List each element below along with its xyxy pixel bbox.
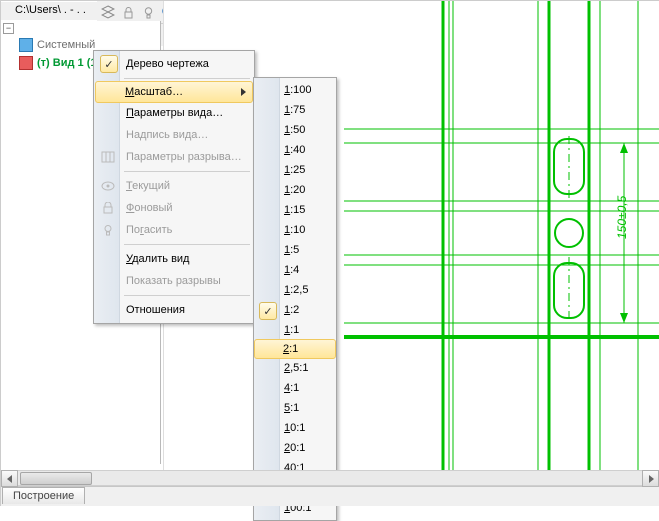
menu-item-relations[interactable]: Отношения <box>96 299 252 321</box>
menu-item-show-breaks: Показать разрывы <box>96 270 252 292</box>
scale-option-label: 2,5:1 <box>284 362 308 374</box>
menu-label: Отношения <box>126 304 185 316</box>
menu-item-view-caption: Надпись вида… <box>96 124 252 146</box>
check-icon <box>259 302 277 320</box>
scale-option[interactable]: 1:75 <box>255 100 335 120</box>
menu-item-break-params: Параметры разрыва… <box>96 146 252 168</box>
scale-option[interactable]: 1:4 <box>255 260 335 280</box>
scale-option[interactable]: 20:1 <box>255 438 335 458</box>
scale-option-label: 1:25 <box>284 164 305 176</box>
scale-option-label: 1:15 <box>284 204 305 216</box>
menu-separator <box>124 295 250 296</box>
view-context-menu: Дерево чертежа Масштаб… Параметры вида… … <box>93 50 255 324</box>
scale-option[interactable]: 10:1 <box>255 418 335 438</box>
scale-option[interactable]: 1:2,5 <box>255 280 335 300</box>
horizontal-scrollbar[interactable] <box>1 470 659 487</box>
status-tab-build[interactable]: Построение <box>2 487 85 504</box>
menu-label: Надпись вида… <box>126 129 208 141</box>
scroll-track[interactable] <box>18 470 642 486</box>
scale-option-label: 4:1 <box>284 382 299 394</box>
scale-option-label: 1:40 <box>284 144 305 156</box>
scale-option[interactable]: 1:50 <box>255 120 335 140</box>
scale-option-label: 1:1 <box>284 324 299 336</box>
status-bar: Построение <box>1 470 659 506</box>
view-icon <box>19 56 33 70</box>
status-tab-label: Построение <box>13 490 74 502</box>
scale-option[interactable]: 2,5:1 <box>255 358 335 378</box>
menu-item-view-params[interactable]: Параметры вида… <box>96 102 252 124</box>
menu-label: Дерево чертежа <box>126 58 209 70</box>
break-icon <box>100 149 116 165</box>
dimension-text: 150±0,5 <box>615 195 629 239</box>
scale-option-label: 20:1 <box>284 442 305 454</box>
scale-option[interactable]: 1:2 <box>255 300 335 320</box>
scale-option-label: 1:20 <box>284 184 305 196</box>
scale-option[interactable]: 2:1 <box>254 339 336 359</box>
scale-option-label: 2:1 <box>283 343 298 355</box>
menu-item-off: Погасить <box>96 219 252 241</box>
layers-icon[interactable] <box>99 3 117 21</box>
menu-separator <box>124 171 250 172</box>
lock-small-icon <box>100 200 116 216</box>
menu-label: Параметры разрыва… <box>126 151 242 163</box>
scale-option-label: 1:4 <box>284 264 299 276</box>
menu-label: Удалить вид <box>126 253 189 265</box>
scale-option-label: 1:2 <box>284 304 299 316</box>
scale-option-label: 1:2,5 <box>284 284 308 296</box>
scale-option-label: 1:50 <box>284 124 305 136</box>
scale-option-label: 1:100 <box>284 84 312 96</box>
menu-item-scale[interactable]: Масштаб… <box>95 81 253 103</box>
bulb-small-icon <box>100 222 116 238</box>
scale-option-label: 5:1 <box>284 402 299 414</box>
file-path-label: C:\Users\ . - . . <box>15 4 86 16</box>
menu-label: Показать разрывы <box>126 275 221 287</box>
scale-option[interactable]: 1:15 <box>255 200 335 220</box>
scale-option[interactable]: 4:1 <box>255 378 335 398</box>
scale-option-label: 1:10 <box>284 224 305 236</box>
menu-item-delete-view[interactable]: Удалить вид <box>96 248 252 270</box>
scale-submenu: 1:100 1:75 1:50 1:40 1:25 1:20 1:15 1:10 1:5 1:4 1… <box>253 77 337 521</box>
lock-icon[interactable] <box>119 3 137 21</box>
menu-separator <box>124 244 250 245</box>
scale-option[interactable]: 1:5 <box>255 240 335 260</box>
check-icon <box>100 55 118 73</box>
scale-option[interactable]: 1:1 <box>255 320 335 340</box>
system-label: Системный <box>37 39 95 51</box>
menu-label: Масштаб… <box>125 86 183 98</box>
scale-option[interactable]: 1:40 <box>255 140 335 160</box>
tree-root-row[interactable]: − <box>1 21 160 36</box>
menu-item-background: Фоновый <box>96 197 252 219</box>
system-view-icon <box>19 38 33 52</box>
scale-option[interactable]: 1:20 <box>255 180 335 200</box>
menu-separator <box>124 78 250 79</box>
scroll-thumb[interactable] <box>20 472 92 485</box>
scroll-right-button[interactable] <box>642 470 659 487</box>
scale-option[interactable]: 1:25 <box>255 160 335 180</box>
scale-option-label: 1:75 <box>284 104 305 116</box>
menu-label: Параметры вида… <box>126 107 223 119</box>
eye-icon <box>100 178 116 194</box>
menu-label: Текущий <box>126 180 170 192</box>
scroll-left-button[interactable] <box>1 470 18 487</box>
menu-label: Фоновый <box>126 202 173 214</box>
menu-item-drawing-tree[interactable]: Дерево чертежа <box>96 53 252 75</box>
menu-label: Погасить <box>126 224 172 236</box>
scale-option-label: 10:1 <box>284 422 305 434</box>
bulb-icon[interactable] <box>139 3 157 21</box>
scale-option[interactable]: 1:10 <box>255 220 335 240</box>
submenu-arrow-icon <box>241 88 246 96</box>
scale-option-label: 1:5 <box>284 244 299 256</box>
menu-item-current: Текущий <box>96 175 252 197</box>
scale-rest: асштаб… <box>134 86 183 98</box>
tree-toggle-minus[interactable]: − <box>3 23 14 34</box>
scale-option[interactable]: 1:100 <box>255 80 335 100</box>
scale-option[interactable]: 5:1 <box>255 398 335 418</box>
